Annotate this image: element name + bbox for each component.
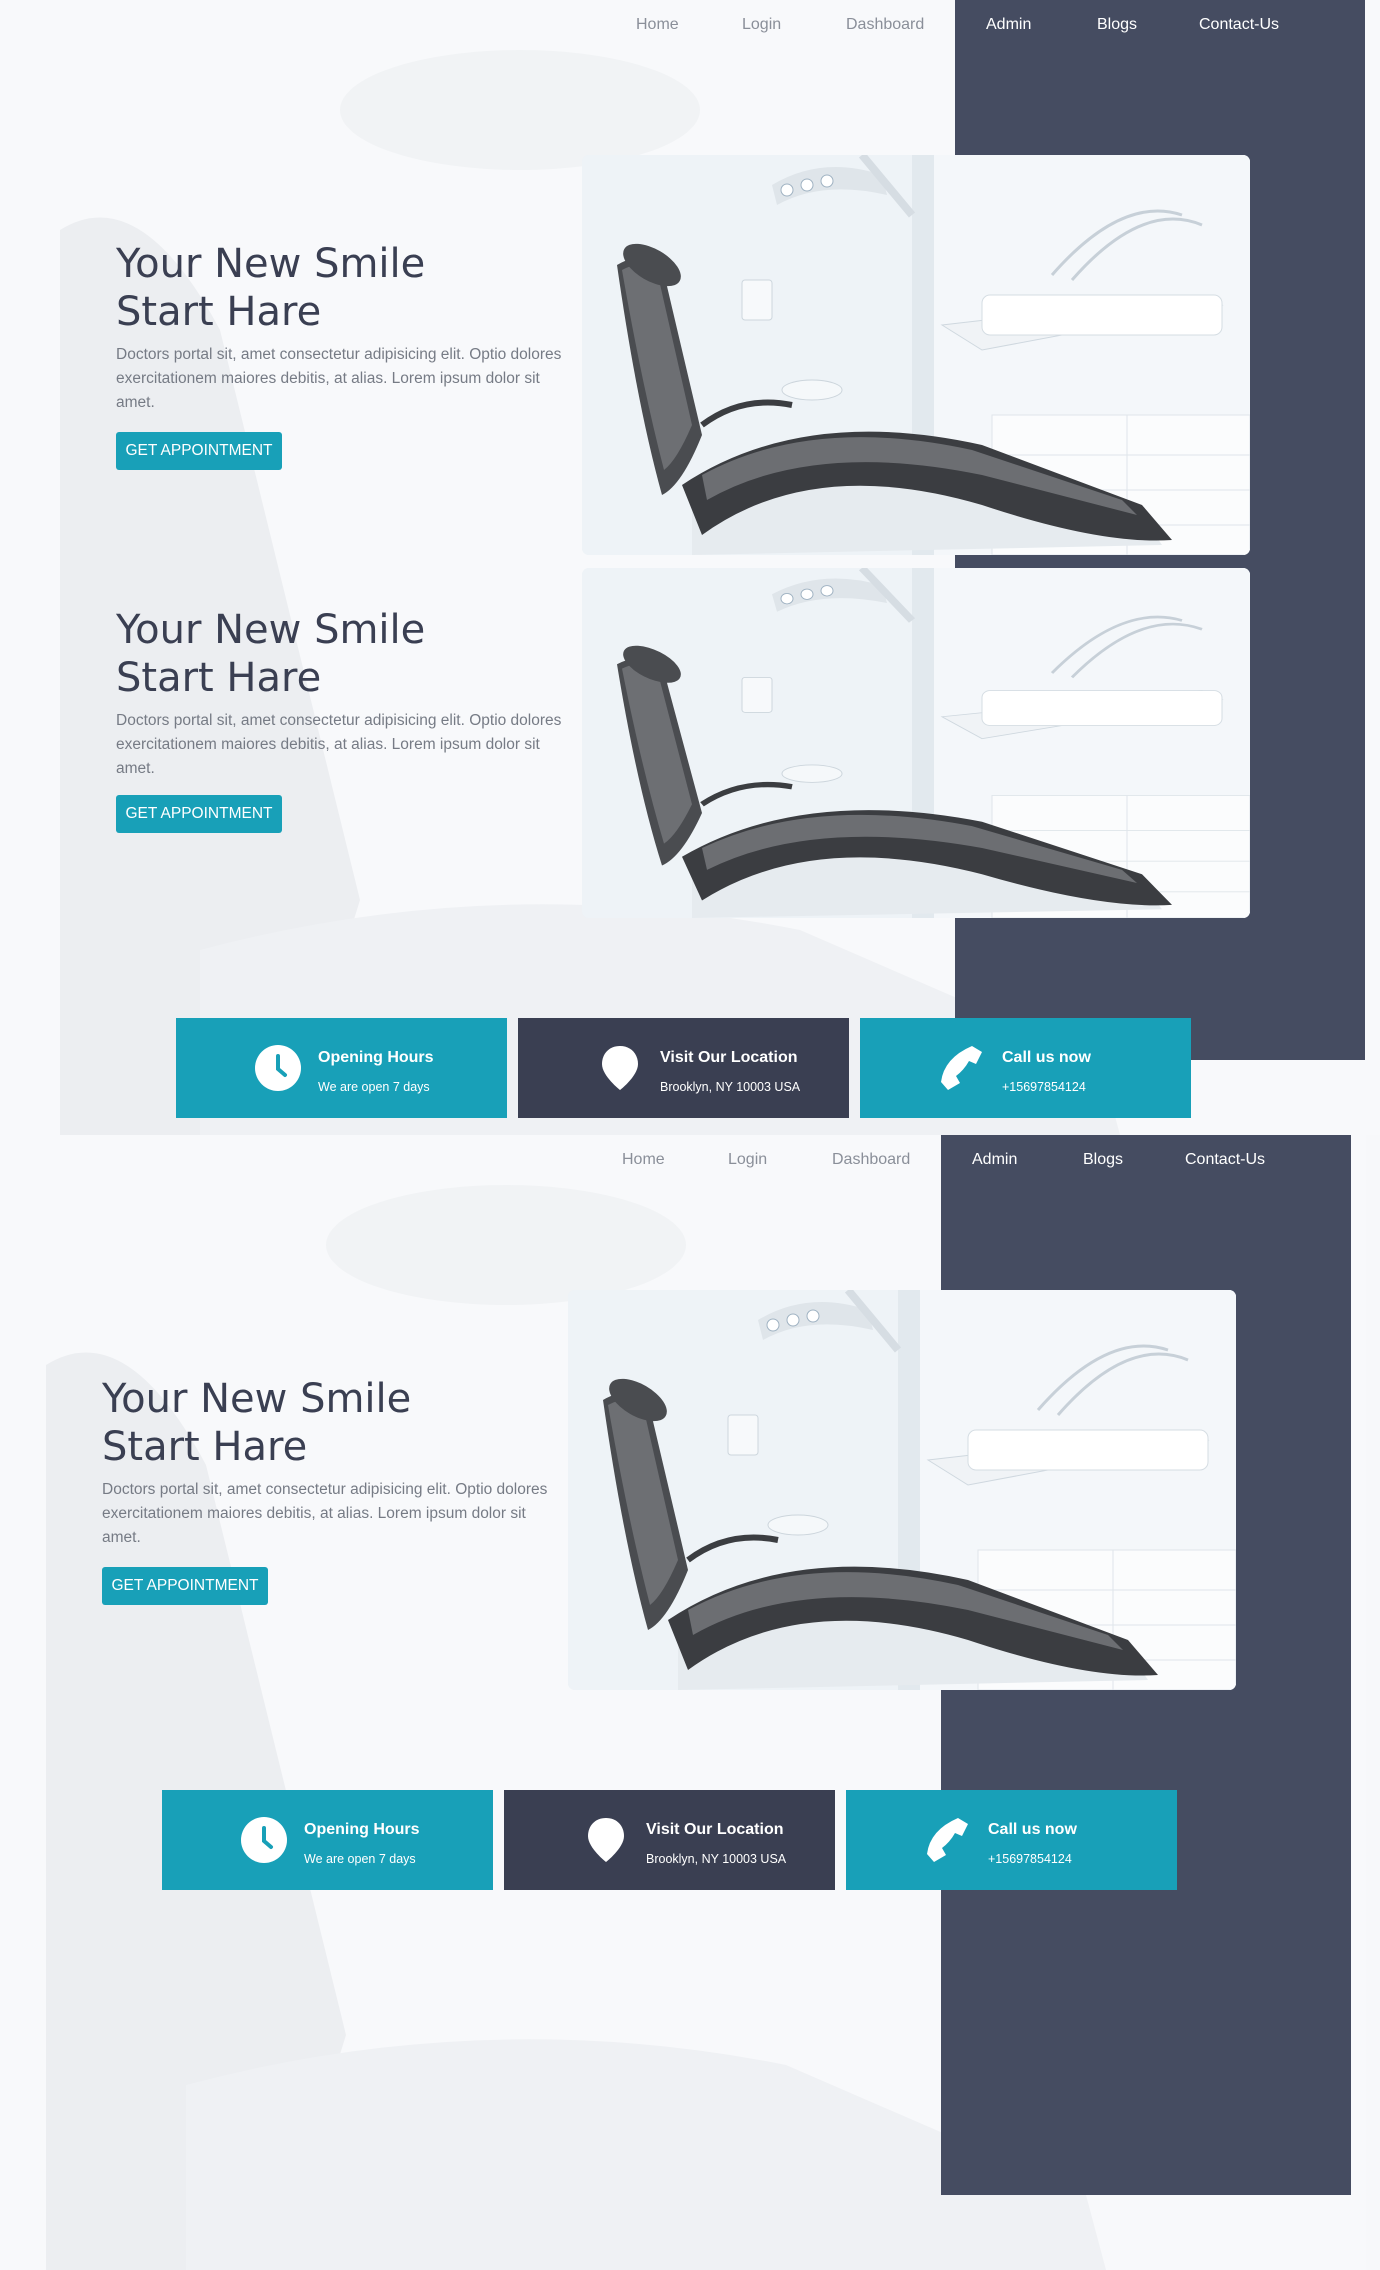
card-title: Call us now (1002, 1049, 1091, 1066)
phone-icon (927, 1818, 968, 1862)
hero-description: Doctors portal sit, amet consectetur adi… (116, 346, 562, 411)
hero-section-1: Home Login Dashboard Admin Blogs Contact… (0, 0, 1380, 1135)
nav-dashboard[interactable]: Dashboard (832, 1151, 910, 1169)
opening-hours-card: Opening Hours We are open 7 days (176, 1018, 507, 1118)
call-card: Call us now +15697854124 (860, 1018, 1191, 1118)
hero-title: Your New Smile Start Hare (102, 1375, 522, 1471)
hero-section-2: Home Login Dashboard Admin Blogs Contact… (0, 1135, 1366, 2270)
hero-title-line1: Your New Smile (102, 1376, 412, 1422)
clock-icon (255, 1045, 301, 1091)
card-title: Visit Our Location (660, 1049, 798, 1066)
dental-chair-photo (582, 568, 1250, 918)
nav-blogs[interactable]: Blogs (1083, 1151, 1123, 1169)
card-title: Opening Hours (318, 1049, 434, 1066)
card-subtitle: Brooklyn, NY 10003 USA (660, 1080, 801, 1094)
card-subtitle: We are open 7 days (304, 1852, 416, 1866)
clock-icon (241, 1817, 287, 1863)
dental-chair-photo (568, 1290, 1236, 1690)
hero-title-line1: Your New Smile (116, 241, 426, 287)
nav-contact-us[interactable]: Contact-Us (1199, 16, 1279, 34)
location-card: Visit Our Location Brooklyn, NY 10003 US… (504, 1790, 835, 1890)
nav-home[interactable]: Home (622, 1151, 665, 1169)
hero-title: Your New Smile Start Hare (116, 606, 536, 702)
get-appointment-button[interactable]: GET APPOINTMENT (102, 1567, 268, 1605)
card-subtitle: Brooklyn, NY 10003 USA (646, 1852, 787, 1866)
main-nav: Home Login Dashboard Admin Blogs Contact… (0, 0, 1380, 56)
hero-banner: Your New Smile Start Hare Doctors portal… (0, 155, 1380, 555)
nav-admin[interactable]: Admin (986, 16, 1031, 34)
hero-title-line2: Start Hare (116, 289, 322, 335)
nav-contact-us[interactable]: Contact-Us (1185, 1151, 1265, 1169)
hero-title: Your New Smile Start Hare (116, 240, 536, 336)
dental-chair-photo (582, 155, 1250, 555)
hero-banner: Your New Smile Start Hare Doctors portal… (0, 1290, 1366, 1690)
card-subtitle: +15697854124 (988, 1852, 1072, 1866)
location-card: Visit Our Location Brooklyn, NY 10003 US… (518, 1018, 849, 1118)
main-nav: Home Login Dashboard Admin Blogs Contact… (0, 1135, 1366, 1191)
phone-icon (941, 1046, 982, 1090)
hero-description: Doctors portal sit, amet consectetur adi… (116, 712, 562, 777)
nav-admin[interactable]: Admin (972, 1151, 1017, 1169)
hero-banner: Your New Smile Start Hare Doctors portal… (0, 568, 1380, 918)
card-title: Visit Our Location (646, 1821, 784, 1838)
hero-description: Doctors portal sit, amet consectetur adi… (102, 1481, 548, 1546)
card-subtitle: We are open 7 days (318, 1080, 430, 1094)
nav-dashboard[interactable]: Dashboard (846, 16, 924, 34)
hero-title-line1: Your New Smile (116, 607, 426, 653)
location-pin-icon (588, 1818, 624, 1862)
get-appointment-button[interactable]: GET APPOINTMENT (116, 432, 282, 470)
nav-blogs[interactable]: Blogs (1097, 16, 1137, 34)
info-cards: Opening Hours We are open 7 days Visit O… (176, 1018, 1191, 1118)
info-cards: Opening Hours We are open 7 days Visit O… (162, 1790, 1177, 1890)
call-card: Call us now +15697854124 (846, 1790, 1177, 1890)
card-title: Call us now (988, 1821, 1077, 1838)
get-appointment-button[interactable]: GET APPOINTMENT (116, 795, 282, 833)
location-pin-icon (602, 1046, 638, 1090)
hero-title-line2: Start Hare (102, 1424, 308, 1470)
nav-home[interactable]: Home (636, 16, 679, 34)
card-subtitle: +15697854124 (1002, 1080, 1086, 1094)
card-title: Opening Hours (304, 1821, 420, 1838)
opening-hours-card: Opening Hours We are open 7 days (162, 1790, 493, 1890)
nav-login[interactable]: Login (742, 16, 781, 34)
nav-login[interactable]: Login (728, 1151, 767, 1169)
hero-title-line2: Start Hare (116, 655, 322, 701)
